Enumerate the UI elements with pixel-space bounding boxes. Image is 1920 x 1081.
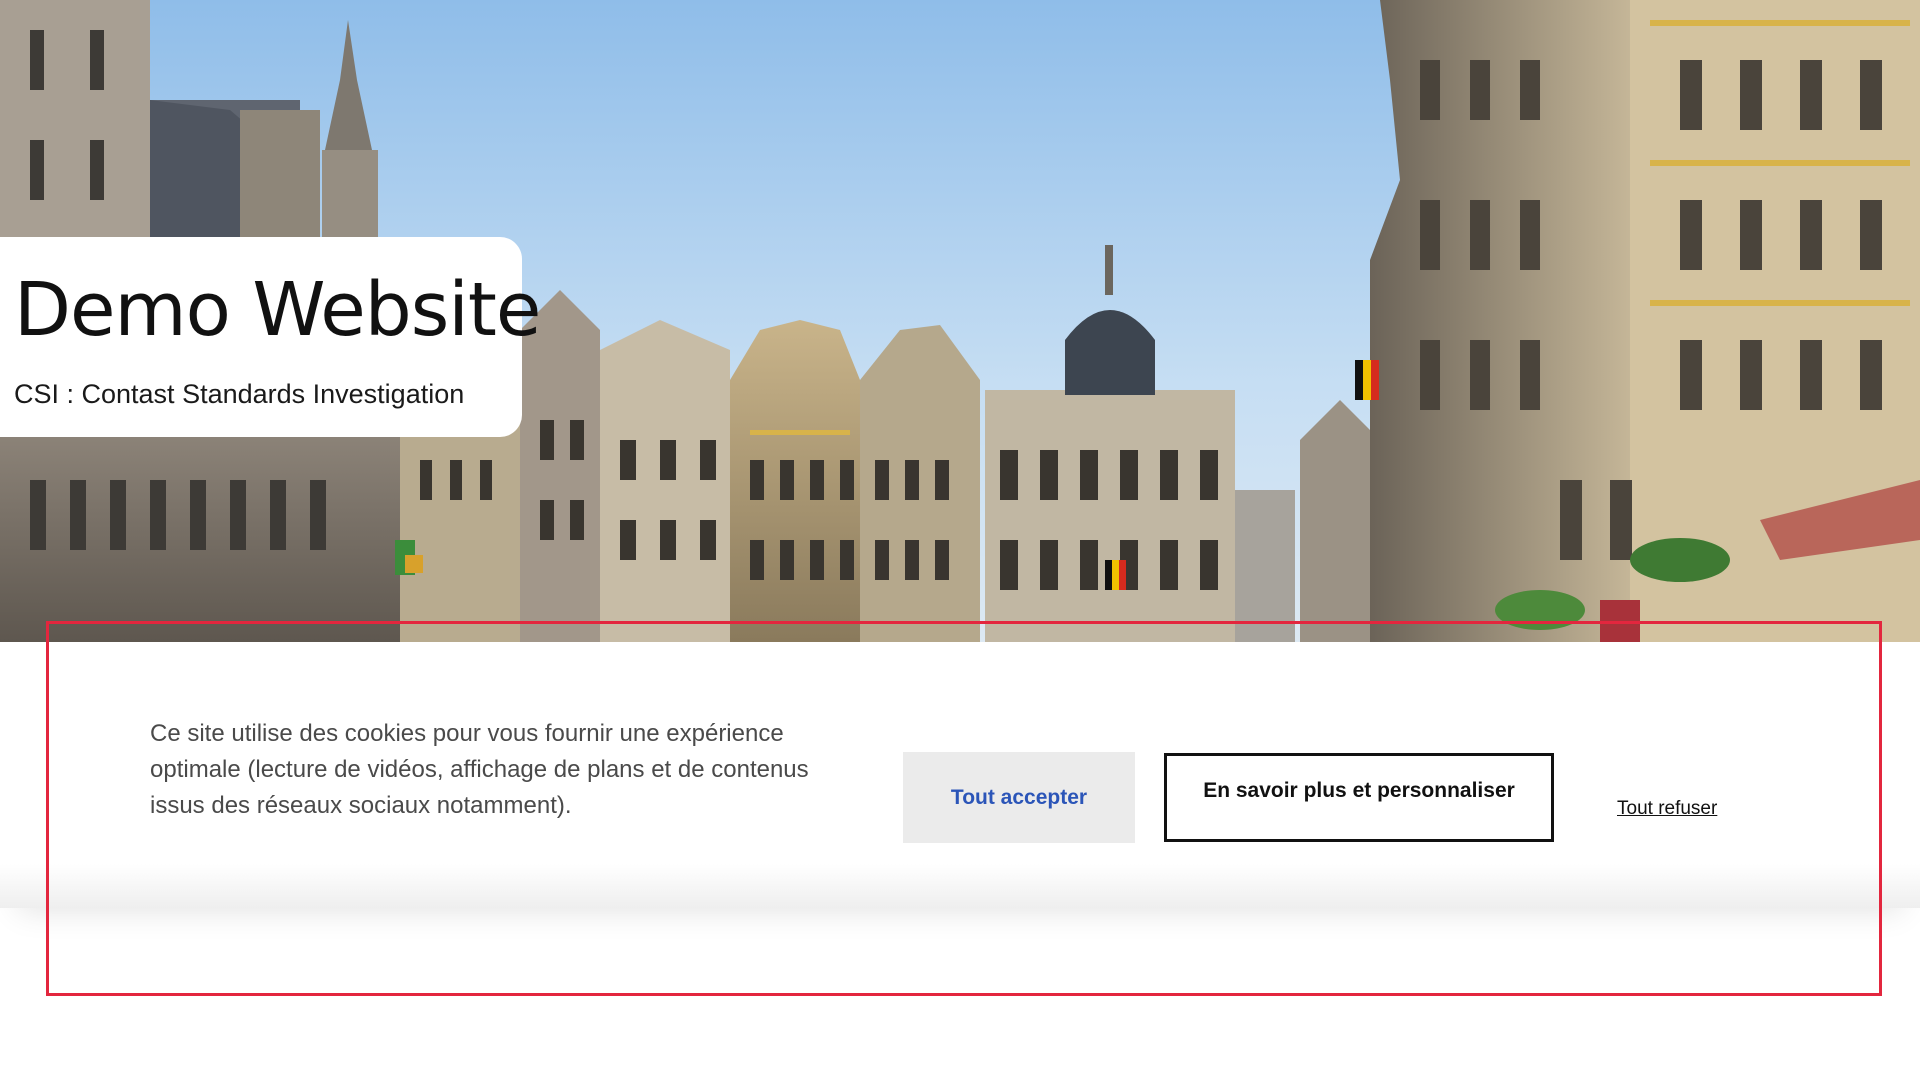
learn-more-customize-button[interactable]: En savoir plus et personnaliser	[1164, 753, 1554, 842]
site-title: Demo Website	[14, 267, 541, 353]
cookie-message: Ce site utilise des cookies pour vous fo…	[150, 720, 809, 819]
site-subtitle: CSI : Contast Standards Investigation	[14, 379, 465, 409]
refuse-all-link[interactable]: Tout refuser	[1617, 798, 1717, 820]
accept-all-button[interactable]: Tout accepter	[903, 752, 1135, 843]
cookie-consent-banner: Ce site utilise des cookies pour vous fo…	[0, 642, 1920, 908]
site-title-card: Demo Website CSI : Contast Standards Inv…	[0, 237, 541, 437]
